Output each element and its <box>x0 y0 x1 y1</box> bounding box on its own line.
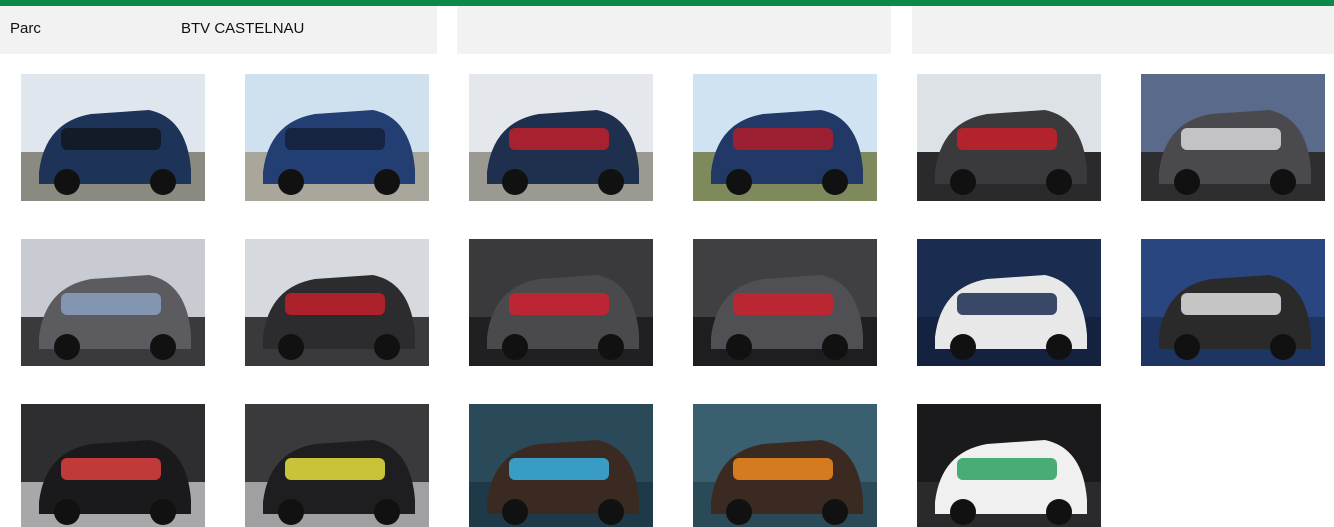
photo-image <box>693 74 877 201</box>
vehicle-photo-thumbnail[interactable]: door frame plate <box>1141 239 1325 366</box>
vehicle-photo-thumbnail[interactable]: documents on seat <box>917 404 1101 527</box>
photo-image <box>245 74 429 201</box>
photo-image <box>693 404 877 527</box>
vehicle-photo-thumbnail[interactable]: rear-left exterior view <box>469 74 653 201</box>
vehicle-photo-thumbnail[interactable]: instrument cluster lit <box>245 404 429 527</box>
photo-image <box>245 239 429 366</box>
vehicle-photo-thumbnail[interactable]: identification plate <box>917 239 1101 366</box>
vehicle-photo-thumbnail[interactable]: spare wheel well detail <box>693 404 877 527</box>
photo-image <box>245 404 429 527</box>
vehicle-photo-thumbnail[interactable]: passenger dashboard <box>245 239 429 366</box>
vehicle-photo-thumbnail[interactable]: driver seat interior <box>917 74 1101 201</box>
vehicle-photo-thumbnail[interactable]: front-right exterior view <box>245 74 429 201</box>
photo-image <box>917 239 1101 366</box>
photo-image <box>1141 74 1325 201</box>
photo-image <box>21 404 205 527</box>
photo-image <box>469 74 653 201</box>
photo-image <box>917 404 1101 527</box>
vehicle-photo-thumbnail[interactable]: front-left exterior view <box>21 74 205 201</box>
vehicle-photo-thumbnail[interactable]: trunk interior <box>21 239 205 366</box>
vehicle-photo-thumbnail[interactable]: spare wheel well <box>469 404 653 527</box>
vehicle-photo-thumbnail[interactable]: rear-right exterior view <box>693 74 877 201</box>
vehicle-photo-thumbnail[interactable]: center console close-up <box>693 239 877 366</box>
photo-image <box>469 404 653 527</box>
vehicle-photo-thumbnail[interactable]: center console screen <box>469 239 653 366</box>
vehicle-photo-thumbnail[interactable]: open trunk <box>1141 74 1325 201</box>
photo-image <box>1141 239 1325 366</box>
photo-image <box>917 74 1101 201</box>
photo-gallery: front-left exterior view front-right exte… <box>0 0 1334 527</box>
photo-image <box>469 239 653 366</box>
photo-image <box>21 74 205 201</box>
vehicle-photo-thumbnail[interactable]: instrument cluster <box>21 404 205 527</box>
photo-image <box>693 239 877 366</box>
photo-image <box>21 239 205 366</box>
